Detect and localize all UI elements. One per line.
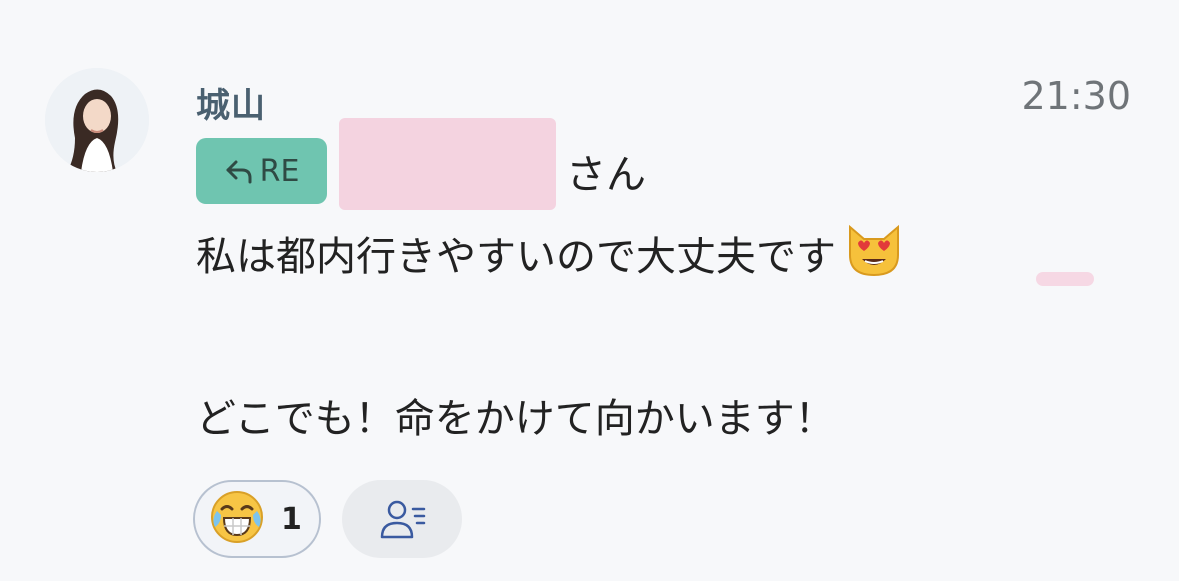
reaction-button[interactable]: 1 [193,480,321,558]
message-line-2: どこでも！命をかけて向かいます！ [196,396,835,442]
reply-badge[interactable]: RE [196,138,327,204]
redacted-mention [339,118,556,210]
message-timestamp: 21:30 [1021,74,1131,118]
reply-badge-label: RE [259,153,300,189]
mention-suffix: さん [566,152,646,198]
sender-avatar[interactable] [45,68,149,172]
crying-laughing-face-icon [209,489,265,549]
reaction-count: 1 [281,501,302,537]
reply-arrow-icon [226,160,252,184]
read-members-button[interactable] [342,480,462,558]
heart-eyes-cat-icon [844,221,904,289]
redaction-mark [1036,272,1094,286]
read-members-icon [380,500,426,539]
message-line-1-text: 私は都内行きやすいので大丈夫です [196,234,836,280]
reply-mention-row: RE さん [196,118,646,210]
message-line-1: 私は都内行きやすいので大丈夫です [196,224,904,293]
